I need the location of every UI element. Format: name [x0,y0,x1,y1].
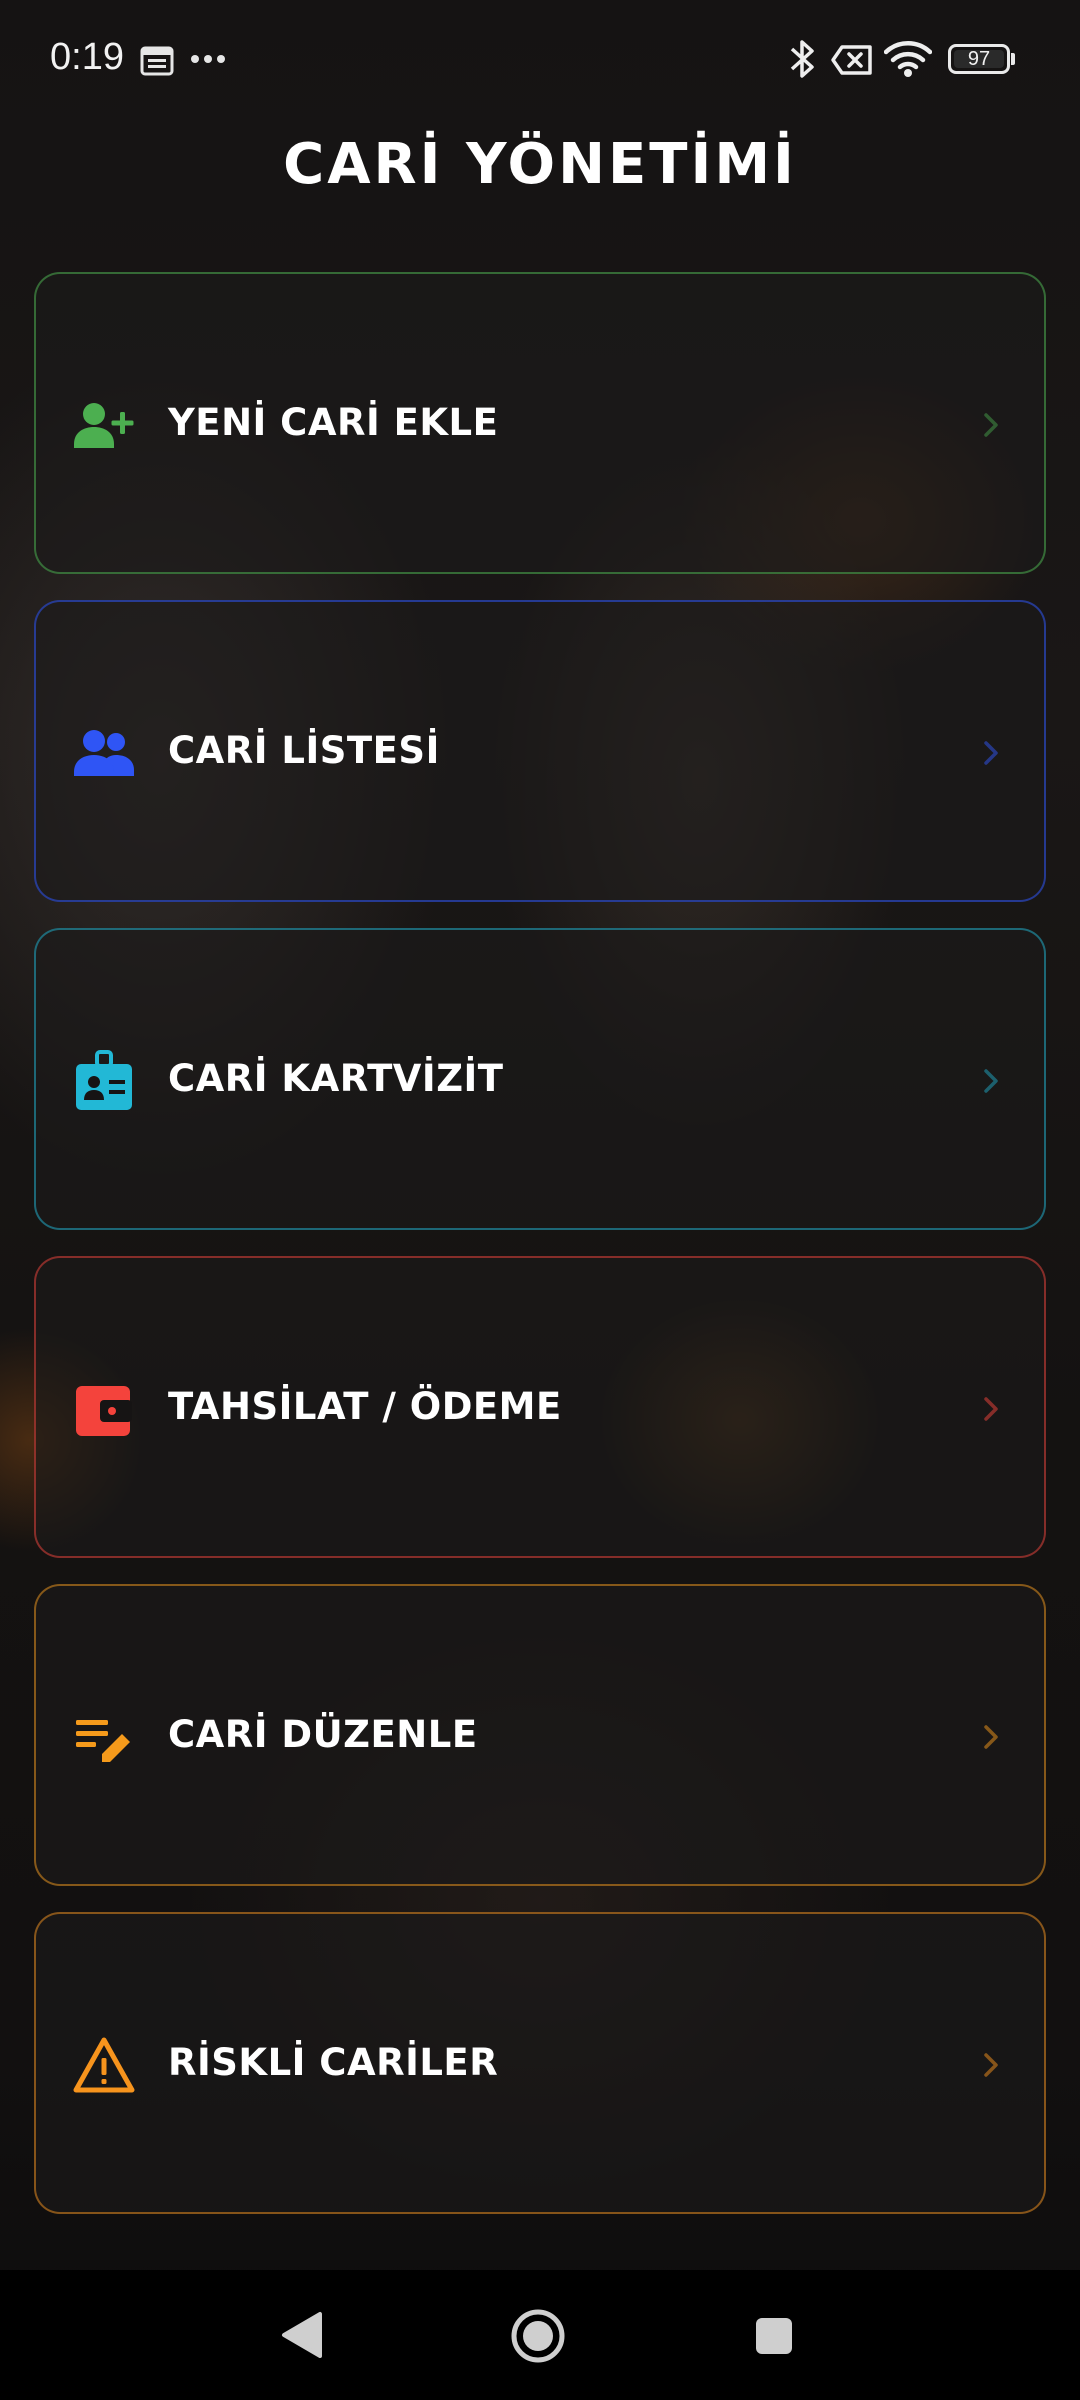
wallet-icon [76,1386,132,1436]
menu-card-risky-accounts[interactable]: RİSKLİ CARİLER [34,1912,1046,2214]
menu-card-label: CARİ DÜZENLE [168,1713,478,1756]
calendar-icon [140,46,174,76]
menu-card-label: YENİ CARİ EKLE [168,401,499,444]
person-add-icon [74,403,134,448]
page-title: CARİ YÖNETİMİ [283,132,797,197]
wifi-icon [884,41,932,77]
menu-card-label: RİSKLİ CARİLER [168,2041,499,2084]
chevron-right-icon [984,413,998,437]
screen: 0:19 97 CARİ YÖNETİMİ YENİ CARİ EKLE CAR… [0,0,1080,2400]
status-time: 0:19 [50,36,124,78]
badge-icon [76,1050,132,1110]
people-icon [74,730,134,776]
warning-icon [73,2037,135,2093]
back-icon[interactable] [280,2310,324,2360]
edit-note-icon [76,1720,130,1762]
menu-card-label: CARİ KARTVİZİT [168,1057,504,1100]
battery-tip [1011,53,1015,65]
menu-card-edit-account[interactable]: CARİ DÜZENLE [34,1584,1046,1886]
chevron-right-icon [984,2053,998,2077]
bluetooth-icon [790,40,814,78]
more-dots-icon [191,55,225,63]
menu-card-label: CARİ LİSTESİ [168,729,440,772]
menu-card-account-list[interactable]: CARİ LİSTESİ [34,600,1046,902]
no-sim-icon [831,45,872,75]
nav-bar [0,2270,1080,2400]
home-icon[interactable] [510,2308,566,2364]
chevron-right-icon [984,741,998,765]
menu-card-label: TAHSİLAT / ÖDEME [168,1385,562,1428]
menu-card-new-account[interactable]: YENİ CARİ EKLE [34,272,1046,574]
menu-card-business-card[interactable]: CARİ KARTVİZİT [34,928,1046,1230]
chevron-right-icon [984,1725,998,1749]
recents-icon[interactable] [754,2316,794,2356]
chevron-right-icon [984,1069,998,1093]
battery-icon: 97 [948,44,1010,74]
chevron-right-icon [984,1397,998,1421]
menu-card-collection-payment[interactable]: TAHSİLAT / ÖDEME [34,1256,1046,1558]
status-bar: 0:19 97 [0,0,1080,120]
battery-level: 97 [967,48,991,70]
